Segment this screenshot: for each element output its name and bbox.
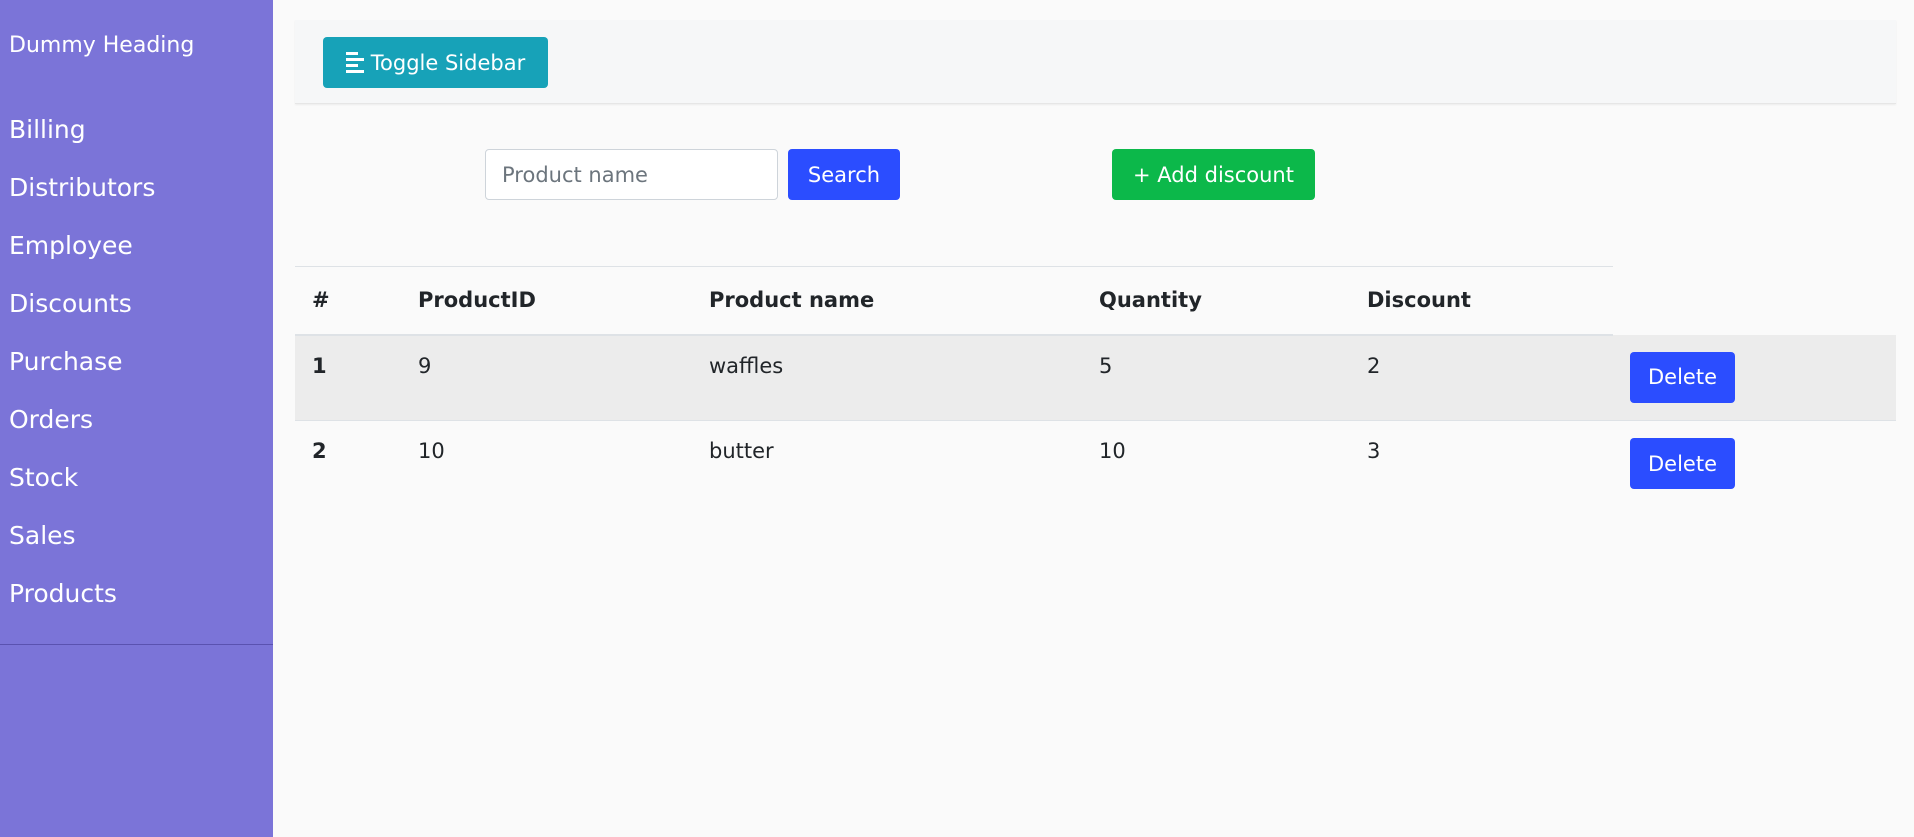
cell-action: Delete (1613, 334, 1896, 421)
column-header-quantity: Quantity (1082, 266, 1350, 336)
sidebar-item-orders[interactable]: Orders (0, 390, 273, 448)
main-content: Toggle Sidebar Search + Add discount # P… (273, 0, 1914, 837)
sidebar-item-discounts[interactable]: Discounts (0, 274, 273, 332)
table-row: 2 10 butter 10 3 Delete (295, 421, 1896, 507)
sidebar-item-sales[interactable]: Sales (0, 506, 273, 564)
cell-product-id: 10 (418, 439, 445, 463)
cell-action: Delete (1613, 421, 1896, 507)
cell-quantity: 10 (1099, 439, 1126, 463)
toggle-sidebar-label: Toggle Sidebar (370, 50, 526, 75)
topbar: Toggle Sidebar (295, 20, 1896, 104)
sidebar-item-purchase[interactable]: Purchase (0, 332, 273, 390)
app-layout: Dummy Heading Billing Distributors Emplo… (0, 0, 1914, 837)
delete-button[interactable]: Delete (1630, 351, 1735, 403)
sidebar-heading: Dummy Heading (9, 33, 195, 58)
column-header-action (1613, 267, 1896, 335)
cell-quantity: 5 (1082, 334, 1350, 421)
cell-product-name: waffles (692, 334, 1082, 421)
sidebar-divider (0, 644, 273, 645)
cell-discount: 2 (1350, 334, 1613, 421)
sidebar-item-distributors[interactable]: Distributors (0, 158, 273, 216)
column-header-product-id: ProductID (401, 266, 692, 336)
column-header-index: # (295, 266, 401, 336)
cell-product-id: 9 (401, 334, 692, 421)
column-header-product-name: Product name (692, 266, 1082, 336)
sidebar-item-stock[interactable]: Stock (0, 448, 273, 506)
delete-button[interactable]: Delete (1630, 438, 1735, 489)
cell-product-name: butter (709, 439, 774, 463)
cell-discount: 3 (1367, 439, 1381, 463)
sidebar-item-employee[interactable]: Employee (0, 216, 273, 274)
sidebar: Dummy Heading Billing Distributors Emplo… (0, 0, 273, 837)
table-row: 1 9 waffles 5 2 Delete (295, 334, 1896, 421)
toggle-sidebar-button[interactable]: Toggle Sidebar (323, 37, 548, 88)
discounts-table: # ProductID Product name Quantity Discou… (295, 266, 1896, 507)
product-search-input[interactable] (485, 149, 778, 200)
add-discount-button[interactable]: + Add discount (1112, 149, 1315, 200)
table-body: 1 9 waffles 5 2 Delete 2 10 butter 10 3 (295, 334, 1896, 507)
search-button[interactable]: Search (788, 149, 900, 200)
table-header: # ProductID Product name Quantity Discou… (295, 266, 1896, 336)
sidebar-item-billing[interactable]: Billing (0, 100, 273, 158)
row-index: 2 (312, 439, 327, 463)
align-left-icon (345, 52, 364, 73)
column-header-discount: Discount (1350, 266, 1613, 336)
row-index: 1 (295, 334, 401, 421)
sidebar-nav: Billing Distributors Employee Discounts … (0, 100, 273, 622)
sidebar-item-products[interactable]: Products (0, 564, 273, 622)
